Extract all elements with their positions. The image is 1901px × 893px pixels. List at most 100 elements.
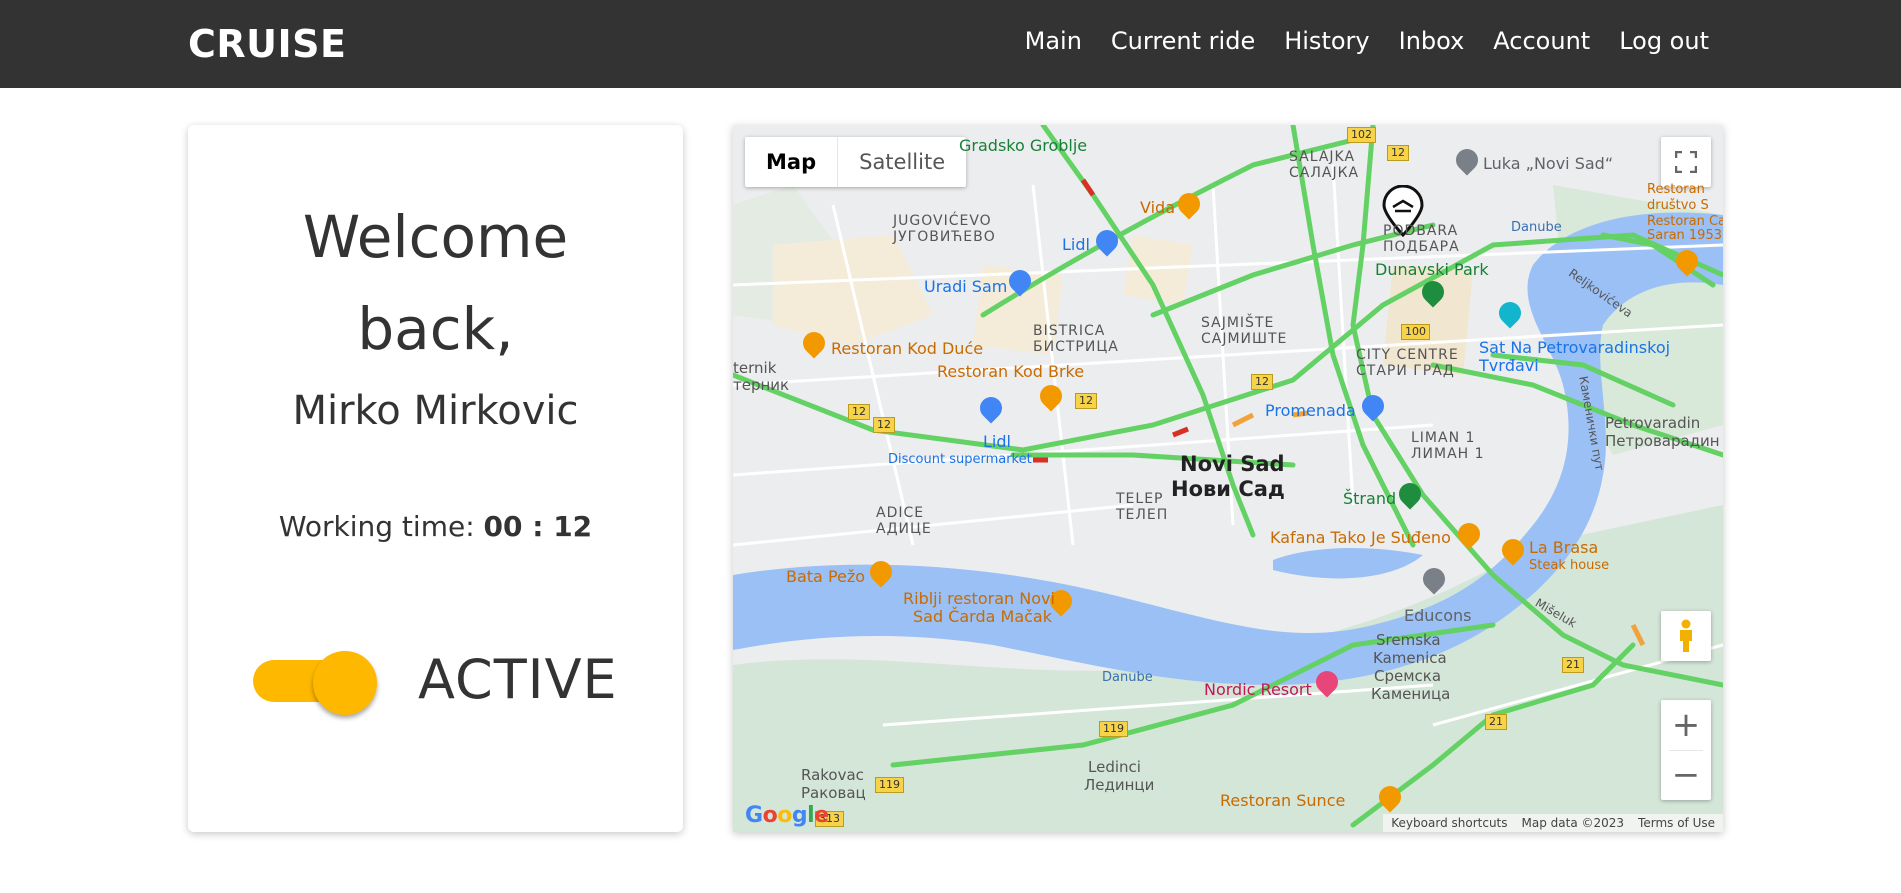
road-shield: 100 bbox=[1401, 324, 1430, 340]
map-place-label: Restoran Kod Brke bbox=[937, 362, 1085, 381]
map-area-label: BISTRICA bbox=[1033, 323, 1106, 339]
map-place-label: Nordic Resort bbox=[1204, 680, 1312, 699]
map-area-label: Каменица bbox=[1371, 685, 1451, 703]
map-attribution-bar: Keyboard shortcuts Map data ©2023 Terms … bbox=[1383, 814, 1723, 832]
nav-link-account[interactable]: Account bbox=[1493, 27, 1590, 55]
map-place-label: Riblji restoran Novi bbox=[903, 589, 1055, 608]
map-area-label: ПОДБАРА bbox=[1383, 239, 1460, 255]
working-time-value: 00 : 12 bbox=[483, 510, 593, 543]
road-shield: 119 bbox=[1099, 721, 1128, 737]
google-logo[interactable]: Google bbox=[745, 803, 829, 828]
map-type-control: Map Satellite bbox=[745, 137, 967, 187]
map-area-label: SAJMIŠTE bbox=[1201, 315, 1275, 331]
map-area-label: Petrovaradin bbox=[1605, 414, 1701, 432]
nav-link-current-ride[interactable]: Current ride bbox=[1111, 27, 1255, 55]
map-place-label: Kafana Tako Je Suđeno bbox=[1270, 528, 1451, 547]
active-status-label: ACTIVE bbox=[418, 648, 618, 711]
map-area-label: LIMAN 1 bbox=[1411, 430, 1476, 446]
nav-link-log-out[interactable]: Log out bbox=[1619, 27, 1709, 55]
keyboard-shortcuts-link[interactable]: Keyboard shortcuts bbox=[1391, 816, 1507, 830]
map-area-label: Ledinci bbox=[1088, 758, 1141, 776]
map-place-label: Restoran Sunce bbox=[1220, 791, 1346, 810]
map-area-label: Петроварадин bbox=[1605, 432, 1720, 450]
welcome-heading-line1: Welcome bbox=[302, 203, 569, 271]
map-place-label: Štrand bbox=[1343, 489, 1397, 508]
map-area-label: Sremska bbox=[1376, 631, 1441, 649]
map-area-label: АДИЦЕ bbox=[876, 521, 932, 537]
map-place-label: Promenada bbox=[1265, 401, 1356, 420]
map-data-text: Map data ©2023 bbox=[1521, 816, 1625, 830]
zoom-out-button[interactable]: − bbox=[1661, 750, 1711, 800]
map-place-label: Luka „Novi Sad“ bbox=[1483, 154, 1614, 173]
map-place-label: Bata Pežo bbox=[786, 567, 866, 586]
map-place-label: La Brasa bbox=[1529, 538, 1599, 557]
road-shield: 12 bbox=[1075, 393, 1097, 409]
road-shield: 119 bbox=[875, 777, 904, 793]
map-area-label: ЈУГОВИЋЕВО bbox=[893, 229, 996, 245]
nav-links: Main Current ride History Inbox Account … bbox=[1025, 27, 1709, 55]
map-place-sublabel: Steak house bbox=[1529, 558, 1610, 573]
welcome-heading-line2: back, bbox=[357, 295, 514, 363]
map-area-label: САЈМИШТЕ bbox=[1201, 331, 1288, 347]
map-place-label: društvo S bbox=[1647, 198, 1709, 213]
map-area-label: SALAJKA bbox=[1289, 149, 1356, 165]
map-place-label: Vida bbox=[1140, 198, 1175, 217]
road-shield: 12 bbox=[848, 404, 870, 420]
zoom-control: + − bbox=[1661, 700, 1711, 800]
map-place-sublabel: Discount supermarket bbox=[888, 452, 1032, 467]
map-area-label: БИСТРИЦА bbox=[1033, 339, 1119, 355]
road-shield: 102 bbox=[1347, 127, 1376, 143]
map-city-label: Novi Sad bbox=[1180, 452, 1285, 476]
map-area-label: терник bbox=[733, 376, 790, 394]
map-area-label: СТАРИ ГРАД bbox=[1356, 363, 1455, 379]
map-area-label: Сремска bbox=[1374, 667, 1442, 685]
map-type-map-button[interactable]: Map bbox=[745, 137, 837, 187]
map-place-label: Lidl bbox=[1062, 235, 1090, 254]
map-area-label: Лединци bbox=[1084, 776, 1155, 794]
driver-name: Mirko Mirkovic bbox=[292, 388, 579, 434]
map-area-label: PODBARA bbox=[1383, 223, 1459, 239]
map-area-label: ЛИМАН 1 bbox=[1411, 446, 1485, 462]
nav-link-history[interactable]: History bbox=[1284, 27, 1369, 55]
map-area-label: Раковац bbox=[801, 784, 866, 802]
nav-link-main[interactable]: Main bbox=[1025, 27, 1082, 55]
map-area-label: Rakovac bbox=[801, 766, 864, 784]
map-city-label: Нови Сад bbox=[1171, 477, 1285, 501]
map-place-label: Dunavski Park bbox=[1375, 260, 1489, 279]
working-time-label: Working time: bbox=[278, 510, 475, 543]
fullscreen-icon bbox=[1675, 151, 1697, 173]
map-place-label: Gradsko Groblje bbox=[959, 136, 1088, 155]
map-area-label: CITY CENTRE bbox=[1356, 347, 1459, 363]
map-area-label: Kamenica bbox=[1373, 649, 1447, 667]
road-shield: 21 bbox=[1485, 714, 1507, 730]
map-area-label: САЛАЈКА bbox=[1289, 165, 1360, 181]
nav-link-inbox[interactable]: Inbox bbox=[1399, 27, 1465, 55]
map-area-label: ternik bbox=[733, 359, 777, 377]
map-view[interactable]: Map Satellite + − 102 12 12 12 12 12 100… bbox=[733, 125, 1723, 832]
top-navbar: CRUISE Main Current ride History Inbox A… bbox=[0, 0, 1901, 88]
road-shield: 12 bbox=[1387, 145, 1409, 161]
zoom-in-button[interactable]: + bbox=[1661, 700, 1711, 750]
map-area-label: ADICE bbox=[876, 505, 925, 521]
map-place-label: Tvrđavi bbox=[1479, 356, 1539, 375]
road-shield: 12 bbox=[1251, 374, 1273, 390]
map-type-satellite-button[interactable]: Satellite bbox=[837, 137, 966, 187]
active-toggle[interactable] bbox=[253, 651, 387, 715]
toggle-knob[interactable] bbox=[313, 651, 377, 715]
map-place-label: Educons bbox=[1404, 606, 1472, 625]
map-place-label: Sad Čarda Mačak bbox=[913, 607, 1052, 626]
map-place-label: Sat Na Petrovaradinskoj bbox=[1479, 338, 1671, 357]
map-place-label: Lidl bbox=[983, 432, 1011, 451]
street-view-pegman-button[interactable] bbox=[1661, 611, 1711, 661]
working-time: Working time: 00 : 12 bbox=[188, 510, 683, 543]
map-place-label: Saran 1953 l bbox=[1647, 228, 1723, 243]
map-area-label: JUGOVIĆEVO bbox=[893, 213, 992, 229]
map-place-label: Restoran Kod Duće bbox=[831, 339, 984, 358]
map-area-label: ТЕЛЕП bbox=[1116, 507, 1169, 523]
map-area-label: TELEP bbox=[1116, 491, 1164, 507]
fullscreen-button[interactable] bbox=[1661, 137, 1711, 187]
brand-logo[interactable]: CRUISE bbox=[188, 22, 346, 66]
terms-of-use-link[interactable]: Terms of Use bbox=[1638, 816, 1715, 830]
map-place-label: Uradi Sam bbox=[924, 277, 1008, 296]
map-water-label: Danube bbox=[1511, 220, 1562, 235]
